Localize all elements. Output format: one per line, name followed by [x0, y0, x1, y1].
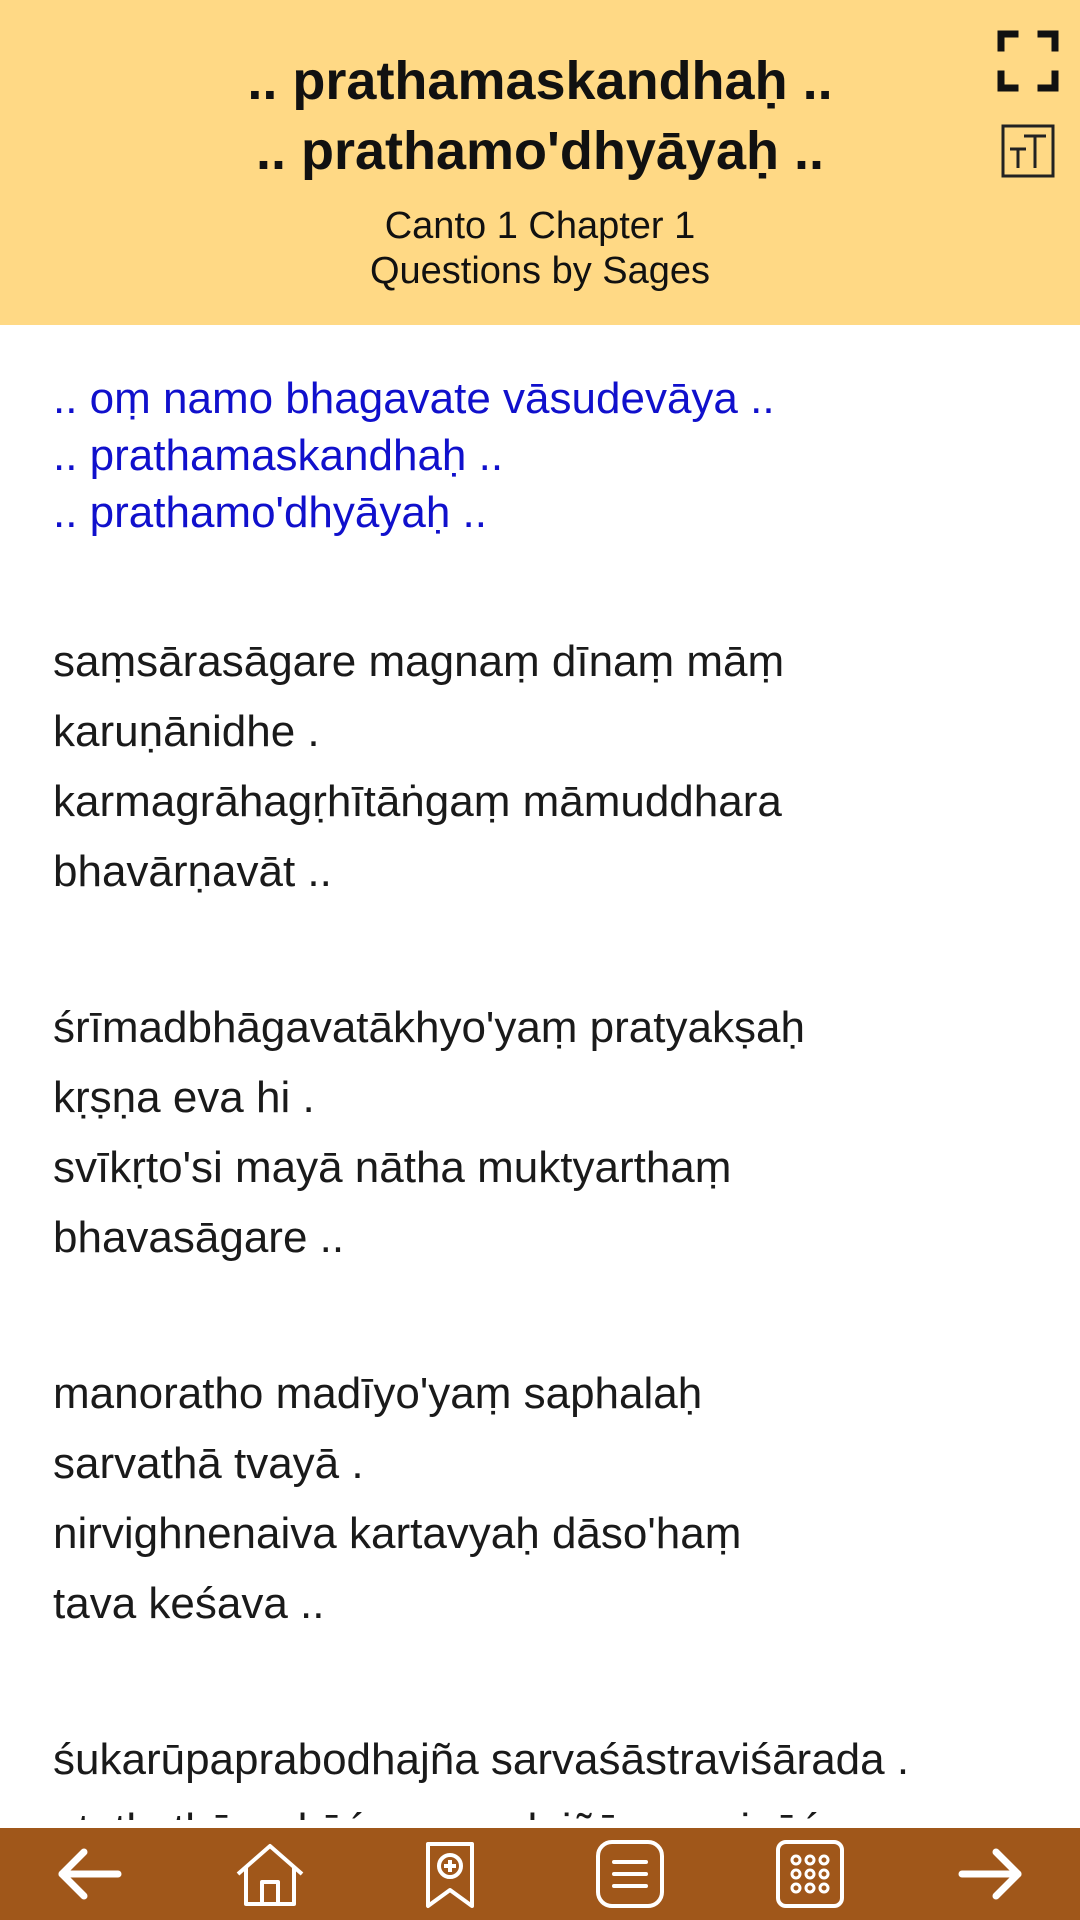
invocation-block: .. oṃ namo bhagavate vāsudevāya .. .. pr…: [53, 370, 1043, 541]
previous-chapter-button[interactable]: [52, 1838, 128, 1910]
fullscreen-icon: [997, 30, 1059, 92]
index-list-icon: [596, 1840, 664, 1908]
home-button[interactable]: [232, 1838, 308, 1910]
back-arrow-icon: [58, 1848, 122, 1900]
skandha-heading: .. prathamaskandhaḥ ..: [53, 431, 504, 480]
verse-3: manoratho madīyo'yaṃ saphalaḥ sarvathā t…: [53, 1359, 1043, 1639]
verse-line: śrīmadbhāgavatākhyo'yaṃ pratyakṣaḥ: [53, 1003, 805, 1052]
bottom-navigation-bar: [0, 1828, 1080, 1920]
menu-grid-button[interactable]: [772, 1838, 848, 1910]
chapter-index-button[interactable]: [592, 1838, 668, 1910]
text-size-icon: [1001, 124, 1055, 178]
add-bookmark-button[interactable]: [412, 1838, 488, 1910]
grid-menu-icon: [776, 1840, 844, 1908]
verse-line: svīkṛto'si mayā nātha muktyarthaṃ: [53, 1143, 732, 1192]
verse-line: tava keśava ..: [53, 1579, 325, 1628]
verse-line: manoratho madīyo'yaṃ saphalaḥ: [53, 1369, 703, 1418]
verse-line: sarvathā tvayā .: [53, 1439, 364, 1488]
fullscreen-button[interactable]: [993, 26, 1063, 96]
verse-line: karuṇānidhe .: [53, 707, 320, 756]
verse-line: bhavārṇavāt ..: [53, 847, 332, 896]
chapter-subtitle: Canto 1 Chapter 1: [384, 205, 696, 247]
scripture-content[interactable]: .. oṃ namo bhagavate vāsudevāya .. .. pr…: [53, 370, 1043, 1820]
verse-line: karmagrāhagṛhītāṅgaṃ māmuddhara: [53, 777, 782, 826]
page-title-line-2: .. prathamo'dhyāyaḥ ..: [256, 121, 824, 181]
chapter-name: Questions by Sages: [369, 250, 711, 292]
adhyaya-heading: .. prathamo'dhyāyaḥ ..: [53, 488, 487, 537]
verse-line: bhavasāgare ..: [53, 1213, 345, 1262]
verse-4: śukarūpaprabodhajña sarvaśāstraviśārada …: [53, 1725, 1043, 1820]
verse-2: śrīmadbhāgavatākhyo'yaṃ pratyakṣaḥ kṛṣṇa…: [53, 993, 1043, 1273]
verse-line: saṃsārasāgare magnaṃ dīnaṃ māṃ: [53, 637, 785, 686]
page-title-line-1: .. prathamaskandhaḥ ..: [247, 51, 833, 111]
text-size-button[interactable]: [993, 116, 1063, 186]
bookmark-add-icon: [426, 1842, 474, 1908]
verse-line: etatkathāprakāśena madajñānaṃ vināśaya .…: [53, 1795, 1043, 1820]
home-icon: [236, 1844, 304, 1906]
forward-arrow-icon: [958, 1848, 1022, 1900]
next-chapter-button[interactable]: [952, 1838, 1028, 1910]
verse-1: saṃsārasāgare magnaṃ dīnaṃ māṃ karuṇānid…: [53, 627, 1043, 907]
invocation-line: .. oṃ namo bhagavate vāsudevāya ..: [53, 374, 775, 423]
verse-line: nirvighnenaiva kartavyaḥ dāso'haṃ: [53, 1509, 742, 1558]
verse-line: kṛṣṇa eva hi .: [53, 1073, 315, 1122]
verse-line: śukarūpaprabodhajña sarvaśāstraviśārada …: [53, 1735, 910, 1784]
header: .. prathamaskandhaḥ .. .. prathamo'dhyāy…: [0, 0, 1080, 325]
